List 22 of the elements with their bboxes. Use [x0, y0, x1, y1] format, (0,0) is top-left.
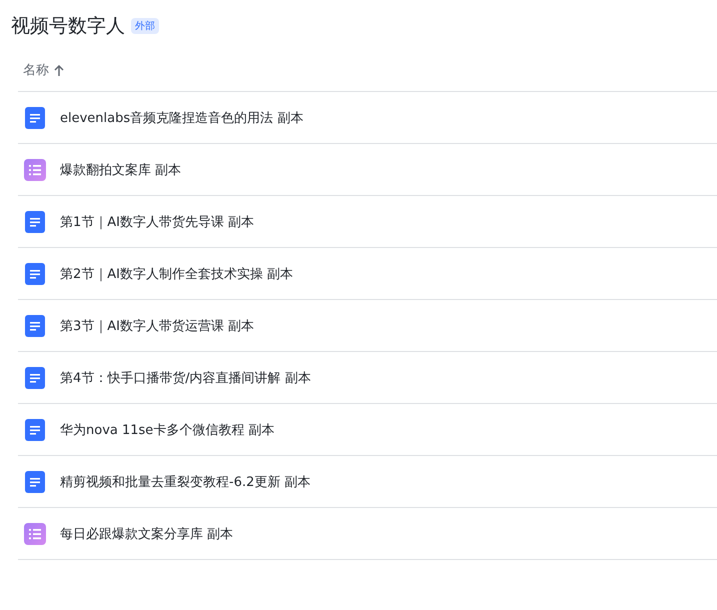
document-icon [25, 314, 45, 336]
document-icon [25, 418, 45, 440]
file-name[interactable]: 每日必跟爆款文案分享库 副本 [60, 524, 234, 542]
file-name[interactable]: 华为nova 11se卡多个微信教程 副本 [60, 420, 274, 438]
column-header[interactable]: 名称 [23, 61, 49, 79]
document-icon [25, 366, 45, 388]
file-name[interactable]: 第4节：快手口播带货/内容直播间讲解 副本 [60, 368, 311, 386]
folder-title: 视频号数字人 [11, 14, 125, 39]
sort-ascending-icon[interactable] [54, 64, 64, 76]
list-icon [24, 158, 46, 180]
file-name[interactable]: 第3节｜AI数字人带货运营课 副本 [60, 316, 254, 334]
file-name[interactable]: 精剪视频和批量去重裂变教程-6.2更新 副本 [60, 472, 310, 490]
document-icon [25, 106, 45, 128]
file-name[interactable]: 第1节｜AI数字人带货先导课 副本 [60, 212, 254, 230]
file-name[interactable]: 第2节｜AI数字人制作全套技术实操 副本 [60, 264, 294, 282]
file-name[interactable]: elevenlabs音频克隆捏造音色的用法 副本 [60, 108, 304, 126]
external-tag: 外部 [131, 18, 159, 34]
document-icon [25, 262, 45, 284]
document-icon [25, 470, 45, 492]
list-icon [24, 522, 46, 544]
file-name[interactable]: 爆款翻拍文案库 副本 [60, 160, 182, 178]
document-icon [25, 210, 45, 232]
